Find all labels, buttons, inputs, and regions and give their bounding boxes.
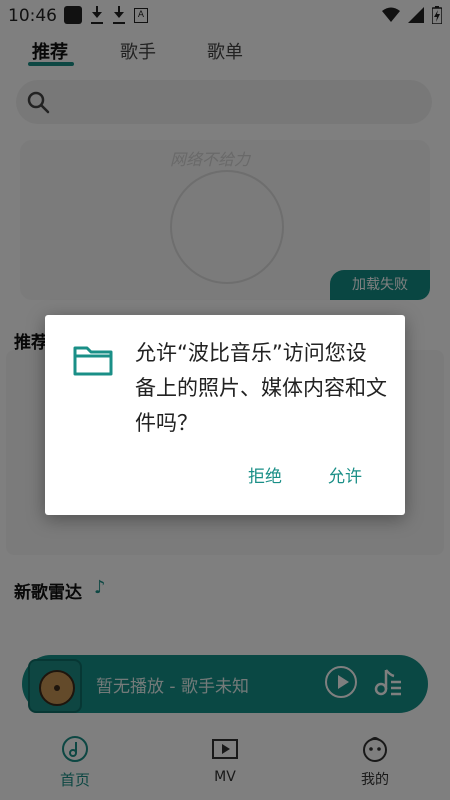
allow-button[interactable]: 允许 (328, 462, 362, 487)
dialog-message: 允许“波比音乐”访问您设备上的照片、媒体内容和文件吗？ (135, 341, 387, 435)
folder-icon (73, 346, 113, 376)
permission-dialog: 允许“波比音乐”访问您设备上的照片、媒体内容和文件吗？ 拒绝 允许 (45, 315, 405, 515)
deny-button[interactable]: 拒绝 (248, 462, 282, 487)
